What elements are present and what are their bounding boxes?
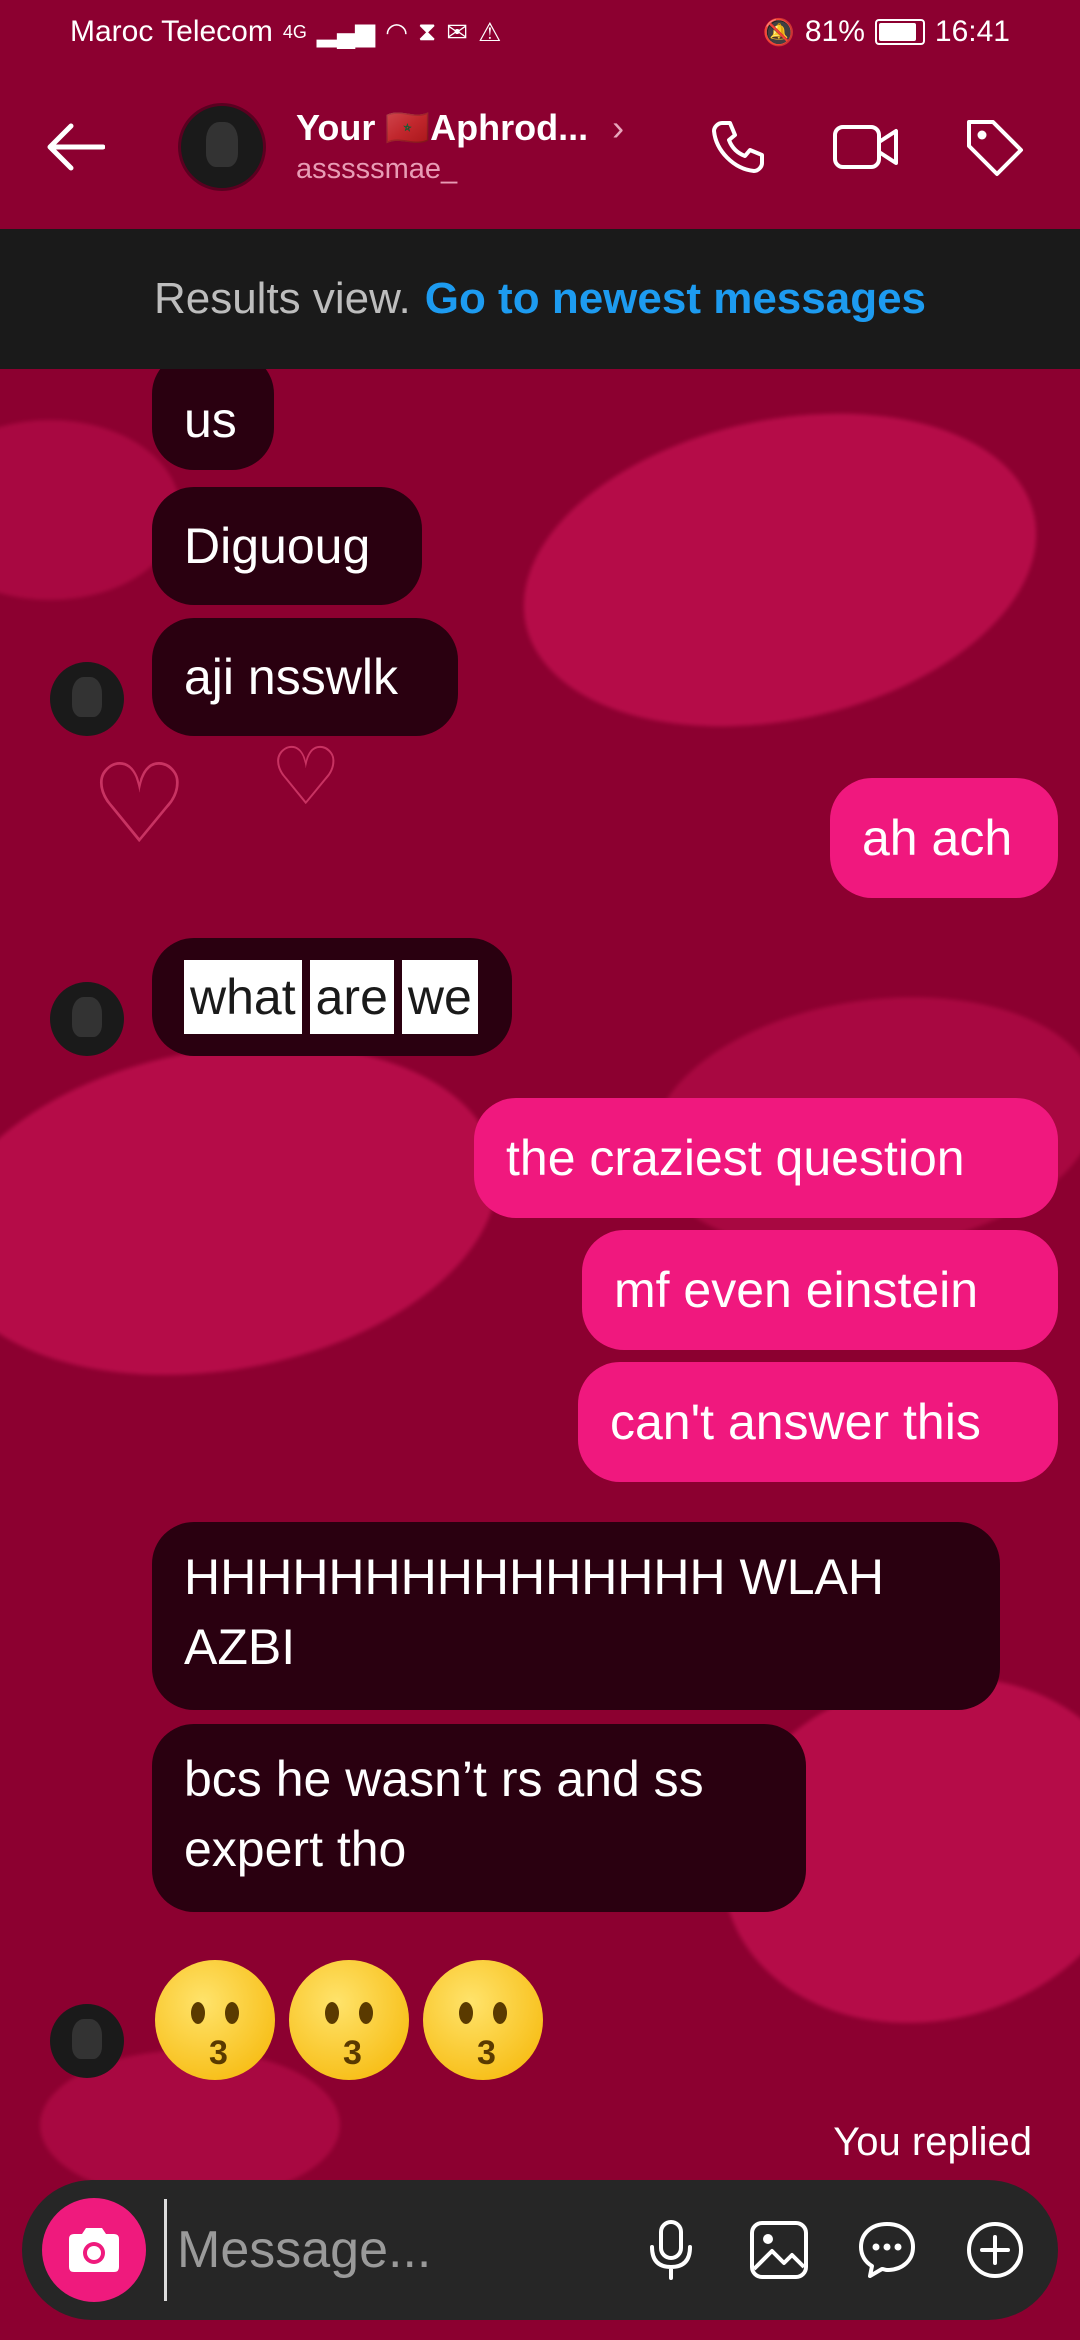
chevron-right-icon: › <box>612 107 625 148</box>
camera-button[interactable] <box>42 2198 146 2302</box>
message-text: Diguoug <box>184 518 371 574</box>
contact-name: Your 🇲🇦Aphrod... <box>296 107 589 148</box>
message-text: the craziest question <box>506 1130 965 1186</box>
message-text: us <box>184 392 237 448</box>
video-call-button[interactable] <box>828 109 904 185</box>
message-composer <box>22 2180 1058 2320</box>
results-banner: Results view. Go to newest messages <box>0 229 1080 369</box>
message-text: AZBI <box>184 1619 296 1675</box>
microphone-icon <box>650 2220 692 2280</box>
clock: 16:41 <box>934 15 1010 48</box>
mute-bell-icon: 🔕 <box>762 16 795 47</box>
network-type: 4G <box>282 21 307 42</box>
plus-circle-icon <box>967 2222 1023 2278</box>
message-text: bcs he wasn’t rs and ss <box>184 1751 704 1807</box>
gallery-button[interactable] <box>746 2217 812 2283</box>
mail-icon: ✉ <box>446 16 469 47</box>
message-text: mf even einstein <box>614 1262 979 1318</box>
emoji-message[interactable]: 3 3 3 <box>155 1960 543 2080</box>
you-replied-label: You replied <box>833 2120 1032 2164</box>
back-button[interactable] <box>30 102 120 192</box>
message-bubble[interactable]: bcs he wasn’t rs and ss expert tho <box>152 1724 806 1912</box>
label-button[interactable] <box>956 109 1032 185</box>
message-bubble[interactable]: the craziest question <box>474 1098 1058 1218</box>
kissing-face-icon: 3 <box>289 1960 409 2080</box>
arrow-left-icon <box>47 123 105 170</box>
contact-avatar[interactable] <box>178 102 266 191</box>
contact-username: asssssmae_ <box>296 153 458 185</box>
highlighted-word: we <box>401 960 478 1034</box>
sender-avatar[interactable] <box>50 2004 124 2078</box>
add-button[interactable] <box>962 2217 1028 2283</box>
chat-header: Your 🇲🇦Aphrod... › asssssmae_ <box>0 64 1080 229</box>
message-bubble[interactable]: ah ach <box>830 778 1058 898</box>
go-to-newest-link[interactable]: Go to newest messages <box>425 274 926 324</box>
message-bubble[interactable]: mf even einstein <box>582 1230 1058 1350</box>
kissing-face-icon: 3 <box>155 1960 275 2080</box>
message-bubble[interactable]: aji nsswlk <box>152 618 458 736</box>
tag-icon <box>967 119 1023 176</box>
message-bubble[interactable]: what are we <box>152 938 512 1056</box>
message-text: can't answer this <box>610 1394 981 1450</box>
message-text: aji nsswlk <box>184 649 398 705</box>
voice-message-button[interactable] <box>638 2217 704 2283</box>
message-input[interactable] <box>164 2199 599 2301</box>
camera-icon <box>69 2228 119 2272</box>
video-camera-icon <box>833 124 898 169</box>
kissing-face-icon: 3 <box>423 1960 543 2080</box>
sender-avatar[interactable] <box>50 982 124 1056</box>
warning-icon: ⚠ <box>478 16 502 47</box>
phone-icon <box>712 120 764 173</box>
sender-avatar[interactable] <box>50 662 124 736</box>
hourglass-icon: ⧗ <box>417 16 437 46</box>
battery-percent: 81% <box>804 15 865 48</box>
message-bubble[interactable]: can't answer this <box>578 1362 1058 1482</box>
message-bubble[interactable]: Diguoug <box>152 487 422 605</box>
message-text: ah ach <box>862 810 1013 866</box>
contact-info[interactable]: Your 🇲🇦Aphrod... › asssssmae_ <box>296 107 624 186</box>
highlighted-word: are <box>309 960 394 1034</box>
message-text: expert tho <box>184 1821 407 1877</box>
results-view-label: Results view. <box>153 274 411 323</box>
carrier-label: Maroc Telecom <box>70 15 273 48</box>
highlighted-word: what <box>184 960 302 1034</box>
sticker-button[interactable] <box>854 2217 920 2283</box>
image-icon <box>750 2221 808 2279</box>
chat-bubble-icon <box>859 2222 915 2278</box>
message-bubble[interactable]: us <box>152 352 274 470</box>
status-bar: Maroc Telecom 4G ▂▄▆ ◠ ⧗ ✉ ⚠ 🔕 81% 16:41 <box>0 0 1080 64</box>
message-text: HHHHHHHHHHHHHHH WLAH <box>184 1549 884 1605</box>
voice-call-button[interactable] <box>700 109 776 185</box>
signal-icon: ▂▄▆ <box>316 16 376 47</box>
message-bubble[interactable]: HHHHHHHHHHHHHHH WLAH AZBI <box>152 1522 1000 1710</box>
battery-icon <box>874 19 925 45</box>
wifi-icon: ◠ <box>385 16 408 47</box>
